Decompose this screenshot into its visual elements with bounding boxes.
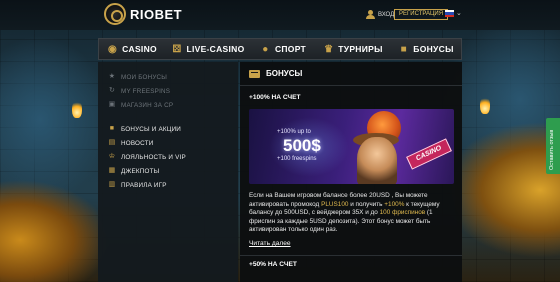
- sidebar-item-news[interactable]: ▤ НОВОСТИ: [98, 136, 238, 150]
- banner-upto: +100% up to: [277, 129, 311, 135]
- nav-bonuses[interactable]: ■ БОНУСЫ: [391, 39, 461, 59]
- banner-freespins: +100 freespins: [277, 156, 317, 162]
- dice-icon: ⚄: [172, 43, 182, 55]
- jackpot-icon: ▦: [108, 167, 116, 174]
- gift-icon: ■: [109, 125, 115, 132]
- nav-live-casino[interactable]: ⚄ LIVE-CASINO: [165, 39, 251, 59]
- main-nav: ◉ CASINO ⚄ LIVE-CASINO ● СПОРТ ♛ ТУРНИРЫ…: [98, 38, 462, 60]
- sidebar-item-label: НОВОСТИ: [121, 139, 154, 147]
- sidebar-item-loyalty-vip[interactable]: ♔ ЛОЯЛЬНОСТЬ И VIP: [98, 150, 238, 164]
- promo-title: +100% НА СЧЕТ: [249, 94, 301, 101]
- torch-left: [72, 100, 82, 118]
- main-content: БОНУСЫ +100% НА СЧЕТ +100% up to 500$ +1…: [240, 62, 462, 282]
- sidebar-item-label: ПРАВИЛА ИГР: [121, 181, 167, 189]
- nav-label: СПОРТ: [274, 44, 307, 54]
- promo-description: Если на Вашем игровом балансе более 20US…: [249, 192, 457, 235]
- crown-icon: ♔: [108, 153, 116, 160]
- nav-label: LIVE-CASINO: [186, 44, 245, 54]
- desc-text: и получить: [348, 200, 385, 208]
- login-label: вход: [378, 11, 395, 18]
- cart-icon: ▣: [108, 101, 116, 108]
- language-flag-icon[interactable]: [445, 10, 454, 17]
- feedback-tab[interactable]: Оставить отзыв: [546, 118, 560, 174]
- trophy-icon: ♛: [324, 43, 334, 55]
- nav-tournaments[interactable]: ♛ ТУРНИРЫ: [315, 39, 391, 59]
- logo-icon: [104, 3, 126, 25]
- ball-icon: ●: [262, 43, 269, 55]
- sidebar-item-label: ЛОЯЛЬНОСТЬ И VIP: [121, 153, 186, 161]
- nav-label: CASINO: [122, 44, 157, 54]
- sidebar-item-cp-shop[interactable]: ▣ МАГАЗИН ЗА CP: [98, 98, 238, 112]
- casino-sign: CASINO: [406, 138, 452, 170]
- top-header: RIOBET вход регистрация ⌄: [0, 0, 560, 30]
- sidebar-item-jackpots[interactable]: ▦ ДЖЕКПОТЫ: [98, 164, 238, 178]
- page-title: БОНУСЫ: [266, 69, 303, 78]
- sidebar: ★ МОИ БОНУСЫ ↻ MY FREESPINS ▣ МАГАЗИН ЗА…: [98, 62, 238, 282]
- banner-amount: 500$: [283, 136, 321, 155]
- nav-label: ТУРНИРЫ: [338, 44, 383, 54]
- casino-chip-icon: ◉: [108, 43, 118, 55]
- freespins-count: 100 фриспинов: [379, 209, 426, 217]
- sidebar-item-game-rules[interactable]: ▥ ПРАВИЛА ИГР: [98, 178, 238, 192]
- nav-label: БОНУСЫ: [413, 44, 454, 54]
- news-icon: ▤: [108, 139, 116, 146]
- chevron-down-icon[interactable]: ⌄: [456, 9, 462, 17]
- promo-title: +50% НА СЧЕТ: [249, 261, 297, 268]
- sidebar-item-label: МАГАЗИН ЗА CP: [121, 101, 174, 109]
- nav-sport[interactable]: ● СПОРТ: [251, 39, 315, 59]
- sidebar-item-label: МОИ БОНУСЫ: [121, 73, 168, 81]
- torch-right: [480, 96, 490, 114]
- sidebar-item-label: БОНУСЫ И АКЦИИ: [121, 125, 182, 133]
- book-icon: ▥: [108, 181, 116, 188]
- sidebar-item-label: ДЖЕКПОТЫ: [121, 167, 160, 175]
- sidebar-item-bonuses-promos[interactable]: ■ БОНУСЫ И АКЦИИ: [98, 122, 238, 136]
- promo-banner[interactable]: +100% up to 500$ +100 freespins CASINO: [249, 109, 454, 184]
- wallet-icon: [249, 69, 260, 78]
- bonus-percent: +100%: [384, 200, 405, 208]
- star-icon: ★: [108, 73, 116, 80]
- sidebar-item-my-bonuses[interactable]: ★ МОИ БОНУСЫ: [98, 70, 238, 84]
- nav-casino[interactable]: ◉ CASINO: [99, 39, 165, 59]
- register-button[interactable]: регистрация: [394, 9, 449, 20]
- sidebar-item-label: MY FREESPINS: [121, 87, 171, 95]
- spin-icon: ↻: [108, 87, 116, 94]
- adventurer-character: [357, 137, 397, 184]
- gift-icon: ■: [400, 43, 407, 55]
- brand-logo[interactable]: RIOBET: [104, 3, 182, 25]
- divider: [240, 255, 462, 256]
- main-header: БОНУСЫ: [240, 62, 462, 86]
- brand-name: RIOBET: [130, 6, 183, 22]
- login-link[interactable]: вход: [366, 10, 394, 19]
- casino-sign-label: CASINO: [414, 144, 443, 163]
- user-icon: [366, 10, 375, 19]
- sidebar-item-my-freespins[interactable]: ↻ MY FREESPINS: [98, 84, 238, 98]
- read-more-link[interactable]: Читать далее: [249, 240, 291, 247]
- feedback-label: Оставить отзыв: [549, 129, 555, 170]
- promo-code: PLUS100: [321, 200, 349, 208]
